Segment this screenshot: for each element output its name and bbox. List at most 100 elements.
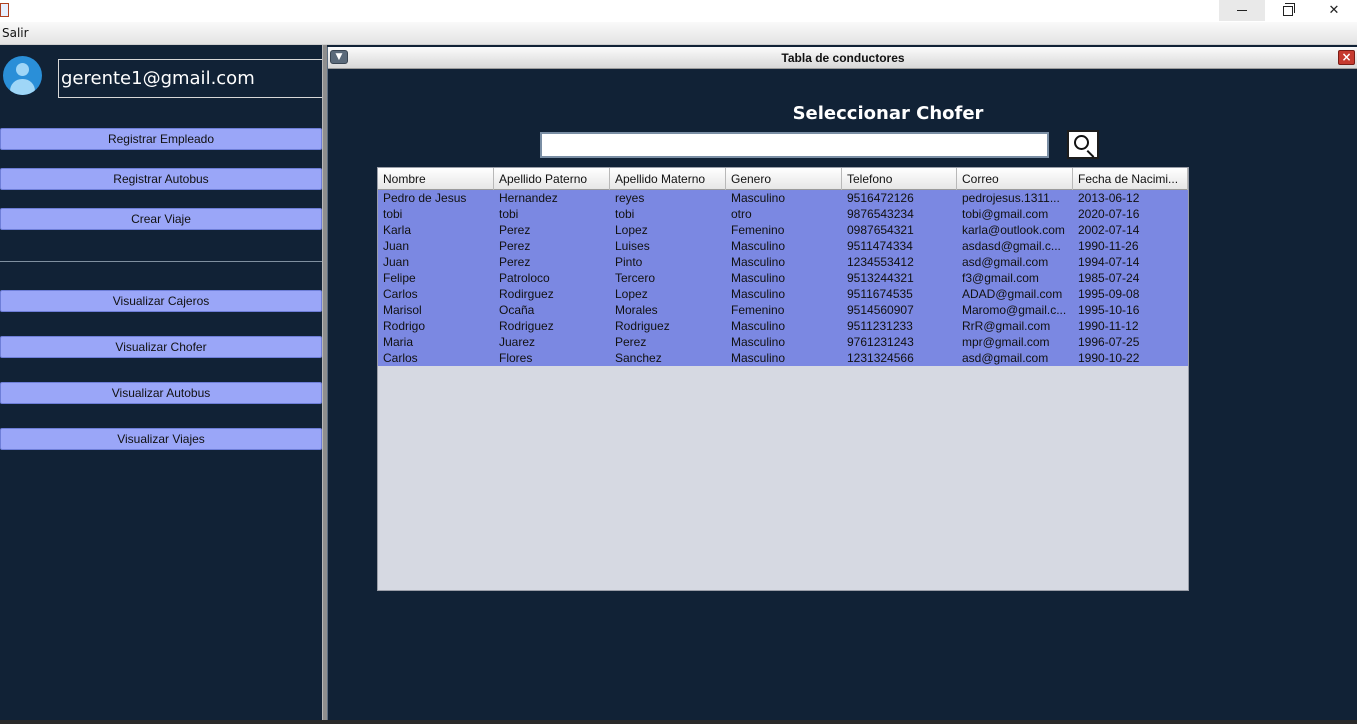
column-header[interactable]: Fecha de Nacimi... [1073,168,1188,190]
table-cell: 2002-07-14 [1078,223,1140,237]
table-cell: 9761231243 [847,335,914,349]
frame-close-icon[interactable]: × [1338,50,1355,65]
table-cell: Perez [499,255,531,269]
close-icon[interactable]: ✕ [1311,0,1357,21]
table-cell: 1234553412 [847,255,914,269]
table-cell: asd@gmail.com [962,255,1049,269]
table-cell: Femenino [731,303,785,317]
table-cell: Patroloco [499,271,550,285]
table-cell: Felipe [383,271,416,285]
registrar-autobus-button[interactable]: Registrar Autobus [0,168,322,190]
column-header[interactable]: Genero [726,168,842,190]
table-row[interactable]: Juan Perez Luises Masculino 9511474334 asdasd… [378,238,1188,254]
table-cell: asd@gmail.com [962,351,1049,365]
table-cell: Rodriguez [615,319,670,333]
visualizar-autobus-button[interactable]: Visualizar Autobus [0,382,322,404]
table-cell: 1231324566 [847,351,914,365]
visualizar-viajes-button[interactable]: Visualizar Viajes [0,428,322,450]
visualizar-chofer-button[interactable]: Visualizar Chofer [0,336,322,358]
table-cell: ADAD@gmail.com [962,287,1063,301]
column-header[interactable]: Apellido Paterno [494,168,610,190]
table-row[interactable]: Felipe Patroloco Tercero Masculino 951324432… [378,270,1188,286]
menu-salir[interactable]: Salir [2,26,29,40]
table-cell: 2013-06-12 [1078,191,1140,205]
table-cell: tobi@gmail.com [962,207,1049,221]
table-row[interactable]: Maria Juarez Perez Masculino 9761231243 mpr@g… [378,334,1188,350]
table-row[interactable]: Karla Perez Lopez Femenino 0987654321 karla@o… [378,222,1188,238]
table-cell: Ocaña [499,303,535,317]
page-title: Seleccionar Chofer [792,103,984,124]
table-cell: tobi [383,207,403,221]
table-row[interactable]: Carlos Flores Sanchez Masculino 1231324566 as… [378,350,1188,366]
table-row[interactable]: Pedro de Jesus Hernandez reyes Masculino 951… [378,190,1188,206]
table-cell: 1995-09-08 [1078,287,1140,301]
table-cell: Masculino [731,351,786,365]
crear-viaje-button[interactable]: Crear Viaje [0,208,322,230]
table-cell: Rodrigo [383,319,426,333]
search-button[interactable] [1067,130,1099,159]
table-cell: Tercero [615,271,656,285]
table-cell: Flores [499,351,533,365]
table-cell: Luises [615,239,650,253]
table-body: Pedro de Jesus Hernandez reyes Masculino 951… [378,190,1188,366]
table-cell: tobi [499,207,519,221]
internal-frame-conductores: ▼ Tabla de conductores × Seleccionar Cho… [327,47,1357,720]
table-cell: 1996-07-25 [1078,335,1140,349]
table-cell: 1995-10-16 [1078,303,1140,317]
table-cell: Hernandez [499,191,558,205]
column-header[interactable]: Correo [957,168,1073,190]
table-row[interactable]: Marisol Ocaña Morales Femenino 9514560907 Mar… [378,302,1188,318]
table-cell: 9511674535 [847,287,913,301]
frame-title: Tabla de conductores [781,51,905,65]
column-header[interactable]: Nombre [378,168,494,190]
table-cell: Maromo@gmail.c... [962,303,1067,317]
table-header: Nombre Apellido Paterno Apellido Materno Ge… [378,168,1188,190]
table-cell: 9513244321 [847,271,914,285]
table-cell: asdasd@gmail.c... [962,239,1061,253]
table-cell: 9511474334 [847,239,913,253]
column-header[interactable]: Apellido Materno [610,168,726,190]
registrar-empleado-button[interactable]: Registrar Empleado [0,128,322,150]
table-cell: Marisol [383,303,422,317]
table-cell: Masculino [731,191,786,205]
window-titlebar: ✕ [0,0,1357,22]
visualizar-cajeros-button[interactable]: Visualizar Cajeros [0,290,322,312]
table-row[interactable]: tobi tobi tobi otro 9876543234 tobi@gmail.com… [378,206,1188,222]
table-cell: 9514560907 [847,303,914,317]
table-cell: Lopez [615,287,648,301]
search-icon [1074,135,1089,150]
table-cell: 1985-07-24 [1078,271,1140,285]
table-cell: Carlos [383,351,418,365]
table-cell: Lopez [615,223,648,237]
table-row[interactable]: Juan Perez Pinto Masculino 1234553412 asd@gma… [378,254,1188,270]
table-cell: Juan [383,255,410,269]
table-cell: Masculino [731,335,786,349]
column-header[interactable]: Telefono [842,168,957,190]
table-cell: 9511231233 [847,319,913,333]
table-cell: RrR@gmail.com [962,319,1051,333]
table-cell: Masculino [731,239,786,253]
table-cell: Rodriguez [499,319,554,333]
table-cell: Pinto [615,255,643,269]
table-cell: Juarez [499,335,536,349]
table-cell: f3@gmail.com [962,271,1039,285]
table-cell: tobi [615,207,635,221]
search-input[interactable] [540,132,1049,158]
table-cell: 2020-07-16 [1078,207,1140,221]
table-cell: Juan [383,239,410,253]
table-cell: Perez [499,223,531,237]
table-row[interactable]: Rodrigo Rodriguez Rodriguez Masculino 951123… [378,318,1188,334]
table-cell: Masculino [731,287,786,301]
table-row[interactable]: Carlos Rodirguez Lopez Masculino 9511674535 A… [378,286,1188,302]
table-cell: Masculino [731,271,786,285]
sidebar: gerente1@gmail.com Registrar Empleado Re… [0,45,323,724]
sidebar-separator [0,261,322,262]
conductores-table[interactable]: Nombre Apellido Paterno Apellido Materno Ge… [377,167,1189,591]
table-cell: karla@outlook.com [962,223,1065,237]
restore-icon[interactable] [1265,0,1311,21]
table-cell: Masculino [731,319,786,333]
minimize-icon[interactable] [1219,0,1265,21]
table-cell: 1994-07-14 [1078,255,1140,269]
table-cell: Karla [383,223,412,237]
frame-titlebar[interactable]: ▼ Tabla de conductores × [328,47,1357,69]
